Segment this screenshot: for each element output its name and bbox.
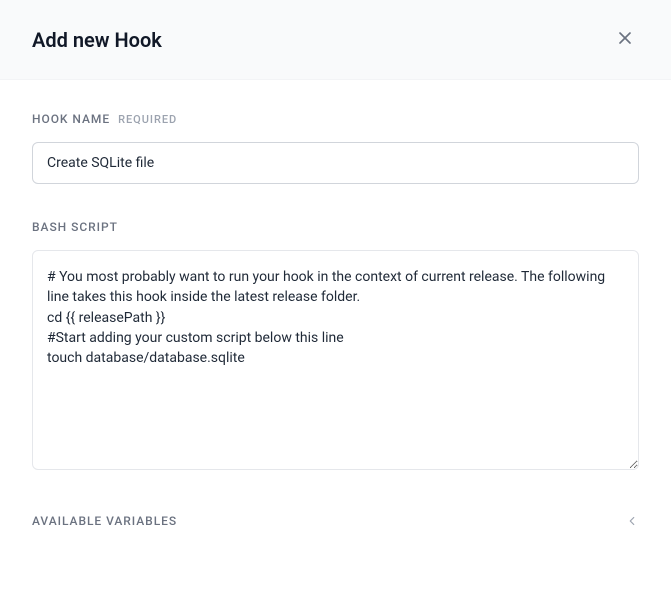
hook-name-required: REQUIRED: [118, 113, 177, 126]
close-icon: [615, 28, 635, 51]
bash-script-section: BASH SCRIPT # You most probably want to …: [32, 220, 639, 474]
available-variables-toggle[interactable]: AVAILABLE VARIABLES: [32, 510, 639, 532]
available-variables-label: AVAILABLE VARIABLES: [32, 514, 177, 528]
dialog-title: Add new Hook: [32, 28, 162, 52]
hook-name-label: HOOK NAME: [32, 112, 110, 126]
bash-script-label: BASH SCRIPT: [32, 220, 118, 234]
close-button[interactable]: [611, 24, 639, 55]
chevron-left-icon: [625, 514, 639, 528]
bash-script-input[interactable]: # You most probably want to run your hoo…: [32, 250, 639, 470]
hook-name-input[interactable]: [32, 142, 639, 184]
dialog-header: Add new Hook: [0, 0, 671, 80]
hook-name-section: HOOK NAME REQUIRED: [32, 112, 639, 184]
dialog-content: HOOK NAME REQUIRED BASH SCRIPT # You mos…: [0, 80, 671, 564]
hook-name-label-row: HOOK NAME REQUIRED: [32, 112, 639, 126]
bash-script-label-row: BASH SCRIPT: [32, 220, 639, 234]
